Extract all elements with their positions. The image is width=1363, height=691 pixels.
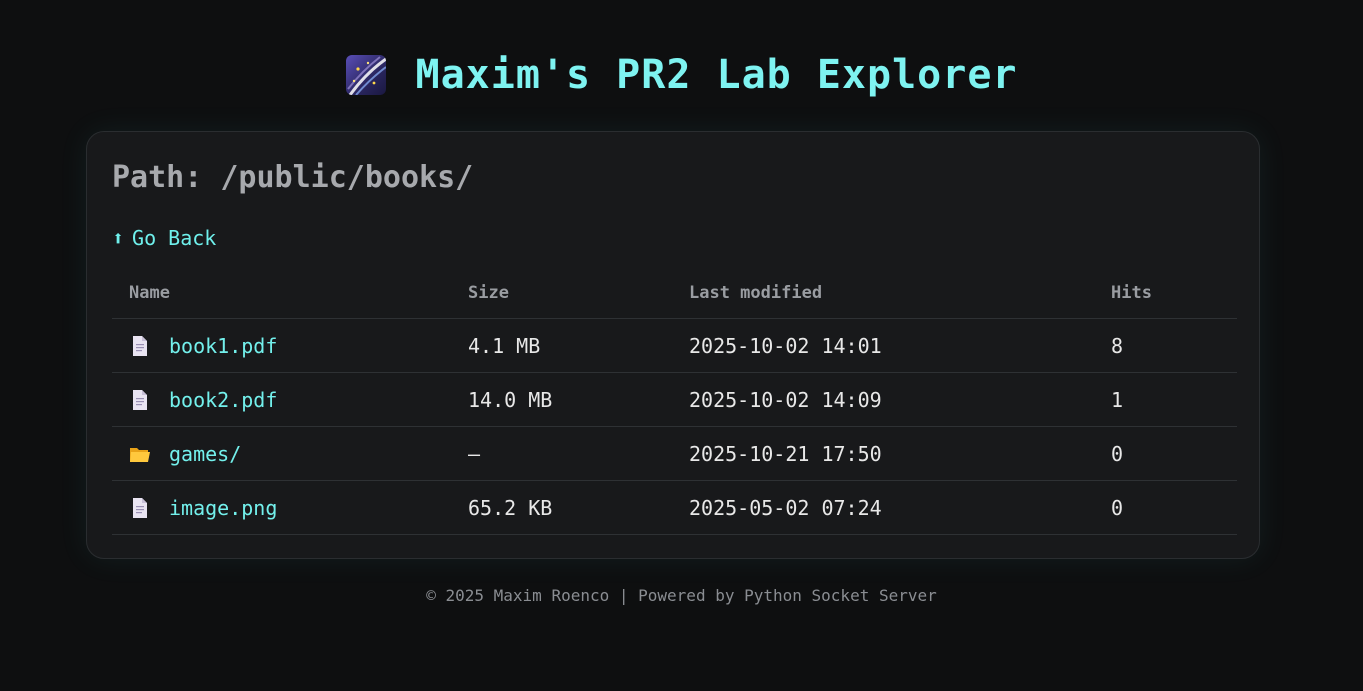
go-back-link[interactable]: ⬆ Go Back bbox=[112, 226, 216, 250]
table-row: image.png 65.2 KB 2025-05-02 07:24 0 bbox=[112, 480, 1237, 535]
table-row: book2.pdf 14.0 MB 2025-10-02 14:09 1 bbox=[112, 372, 1237, 427]
modified-cell: 2025-05-02 07:24 bbox=[689, 480, 1111, 535]
name-cell: image.png bbox=[112, 480, 468, 535]
column-header-name[interactable]: Name bbox=[112, 268, 468, 319]
file-link[interactable]: book2.pdf bbox=[169, 388, 277, 412]
up-arrow-icon: ⬆ bbox=[112, 226, 125, 250]
explorer-panel: Path: /public/books/ ⬆ Go Back Name Size … bbox=[86, 131, 1260, 559]
size-cell: — bbox=[468, 426, 689, 481]
page-header: Maxim's PR2 Lab Explorer bbox=[0, 50, 1363, 100]
size-cell: 65.2 KB bbox=[468, 480, 689, 535]
column-header-hits[interactable]: Hits bbox=[1111, 268, 1237, 319]
hits-cell: 0 bbox=[1111, 426, 1237, 481]
page-title: Maxim's PR2 Lab Explorer bbox=[415, 52, 1018, 98]
file-icon bbox=[129, 497, 151, 519]
modified-cell: 2025-10-02 14:09 bbox=[689, 372, 1111, 427]
folder-icon bbox=[129, 443, 151, 465]
hits-cell: 1 bbox=[1111, 372, 1237, 427]
size-cell: 14.0 MB bbox=[468, 372, 689, 427]
modified-cell: 2025-10-02 14:01 bbox=[689, 318, 1111, 373]
page-footer: © 2025 Maxim Roenco | Powered by Python … bbox=[426, 586, 937, 605]
folder-link[interactable]: games/ bbox=[169, 442, 241, 466]
file-link[interactable]: image.png bbox=[169, 496, 277, 520]
name-cell: book2.pdf bbox=[112, 372, 468, 427]
hits-cell: 0 bbox=[1111, 480, 1237, 535]
name-cell: book1.pdf bbox=[112, 318, 468, 373]
column-header-modified[interactable]: Last modified bbox=[689, 268, 1111, 319]
current-path: Path: /public/books/ bbox=[112, 160, 474, 195]
size-cell: 4.1 MB bbox=[468, 318, 689, 373]
table-header-row: Name Size Last modified Hits bbox=[112, 268, 1237, 319]
table-row: games/ — 2025-10-21 17:50 0 bbox=[112, 426, 1237, 481]
table-row: book1.pdf 4.1 MB 2025-10-02 14:01 8 bbox=[112, 318, 1237, 373]
file-icon bbox=[129, 389, 151, 411]
go-back-label: Go Back bbox=[132, 226, 217, 250]
column-header-size[interactable]: Size bbox=[468, 268, 689, 319]
file-link[interactable]: book1.pdf bbox=[169, 334, 277, 358]
modified-cell: 2025-10-21 17:50 bbox=[689, 426, 1111, 481]
shooting-star-icon bbox=[345, 55, 386, 95]
hits-cell: 8 bbox=[1111, 318, 1237, 373]
file-table: Name Size Last modified Hits book1.pdf 4… bbox=[112, 268, 1237, 535]
file-icon bbox=[129, 335, 151, 357]
name-cell: games/ bbox=[112, 426, 468, 481]
